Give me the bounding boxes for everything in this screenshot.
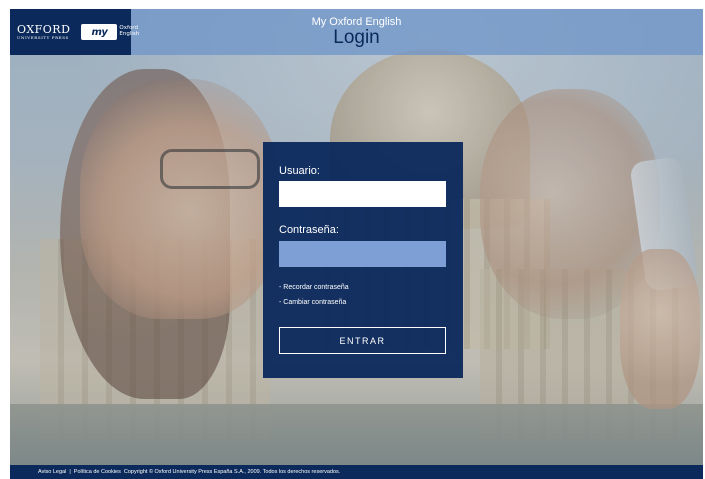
cookie-policy-link[interactable]: Política de Cookies — [74, 469, 121, 475]
copyright-text: Copyright © Oxford University Press Espa… — [123, 469, 341, 475]
footer-separator: | — [69, 469, 71, 475]
password-input[interactable] — [279, 241, 446, 267]
username-input[interactable] — [279, 181, 446, 207]
username-label: Usuario: — [279, 165, 320, 177]
header-bar: OXFORD UNIVERSITY PRESS my Oxford Englis… — [10, 9, 703, 55]
remember-password-link[interactable]: - Recordar contraseña — [279, 284, 349, 291]
submit-button[interactable]: ENTRAR — [279, 327, 446, 354]
page-frame: OXFORD UNIVERSITY PRESS my Oxford Englis… — [10, 9, 703, 479]
footer-bar: Aviso Legal | Política de Cookies Copyri… — [10, 465, 703, 479]
login-panel: Usuario: Contraseña: - Recordar contrase… — [263, 142, 463, 378]
change-password-link[interactable]: - Cambiar contraseña — [279, 299, 346, 306]
page-title: Login — [333, 27, 380, 48]
legal-notice-link[interactable]: Aviso Legal — [38, 469, 66, 475]
password-label: Contraseña: — [279, 224, 339, 236]
